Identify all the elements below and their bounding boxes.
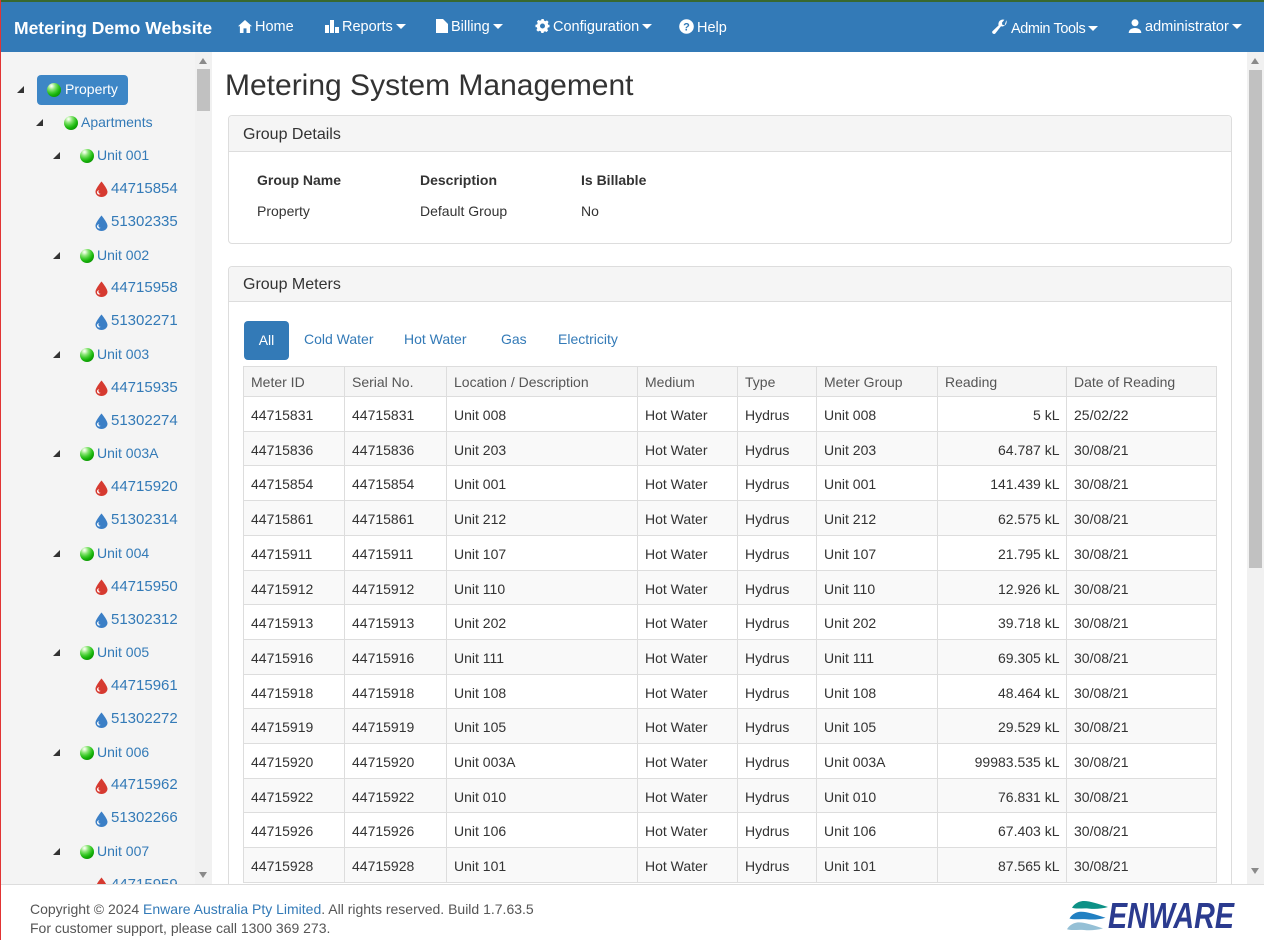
svg-text:?: ?: [683, 21, 690, 33]
svg-text:ENWARE: ENWARE: [1108, 898, 1235, 934]
